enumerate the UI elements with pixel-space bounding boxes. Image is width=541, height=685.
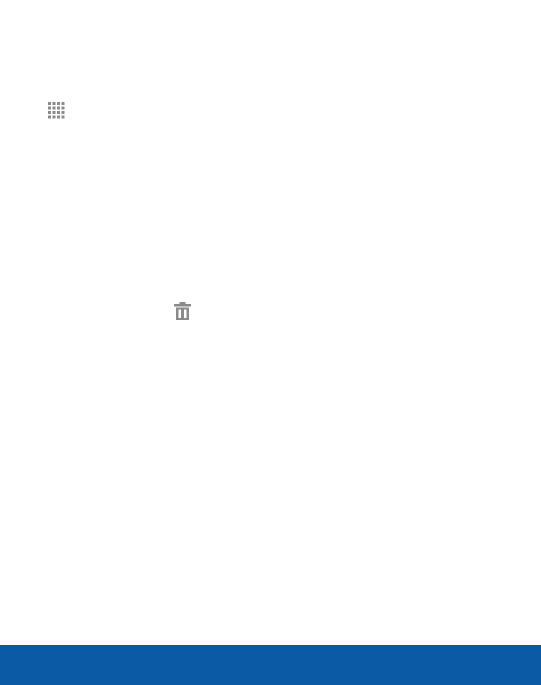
apps-grid-icon [48,102,65,119]
footer-bar [0,645,541,685]
trash-icon [174,302,191,320]
